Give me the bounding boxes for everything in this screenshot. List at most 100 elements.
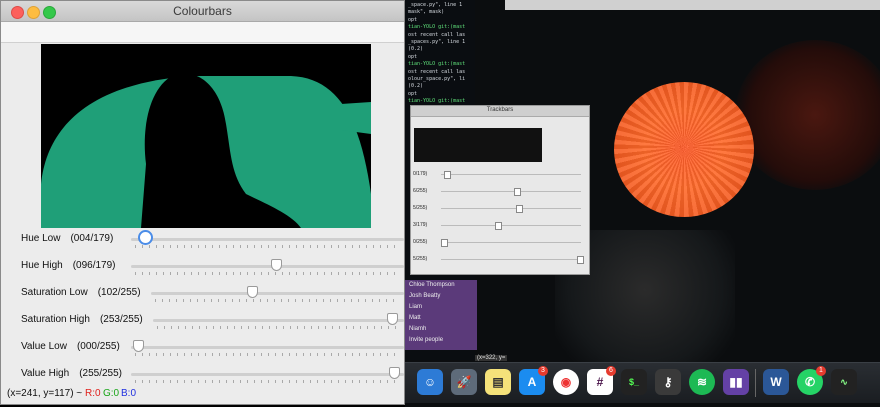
trackbar-row: Hue High (096/179): [1, 256, 406, 282]
terminal-line: _space.py", line 1: [408, 2, 463, 8]
trackbar-knob[interactable]: [386, 313, 398, 325]
trackbar-knob[interactable]: [247, 286, 259, 298]
trackbar-name: Value High: [21, 368, 70, 379]
trackbar-name: Hue Low: [21, 233, 61, 244]
mini-trackbar-row: 3/179): [413, 219, 585, 233]
trackbar-knob[interactable]: [138, 230, 154, 245]
terminal-icon[interactable]: $_: [621, 369, 647, 395]
photo-of-second-screen: _space.py", line 1 mask", mask) opt tian-YO…: [405, 0, 880, 407]
red-value: R:0: [85, 388, 101, 399]
trackbar-label: Hue Low (004/179): [21, 233, 113, 244]
trackbar-value: (000/255): [76, 341, 120, 352]
trackbar-name: Saturation High: [21, 314, 90, 325]
finder-icon[interactable]: ☺: [417, 369, 443, 395]
trackbar-row: Value Low (000/255): [1, 337, 406, 363]
terminal-line: opt: [408, 16, 418, 23]
toolbar: [1, 22, 404, 43]
mini-trackbar-label: 3/179): [413, 222, 428, 228]
sidebar-name: Matt: [409, 315, 421, 321]
terminal-line: _spaces.py", line 1: [408, 39, 466, 45]
mini-trackbar-label: 0/255): [413, 239, 428, 245]
mini-trackbar-rail: [441, 174, 581, 175]
trackbar-rail[interactable]: [153, 319, 404, 322]
terminal-line: opt: [408, 90, 418, 97]
activity-monitor-icon[interactable]: ∿: [831, 369, 857, 395]
mini-trackbar-row: 0/179): [413, 168, 585, 182]
colourbars-window: Colourbars Hue Low (004/179) Hue High (096/…: [0, 0, 405, 405]
mini-trackbar-rail: [441, 208, 581, 209]
trackbar-label: Value Low (000/255): [21, 341, 120, 352]
trackbar-label: Value High (255/255): [21, 368, 122, 379]
panel-preview: [414, 128, 542, 162]
image-preview[interactable]: [41, 44, 371, 228]
trackbar-rail[interactable]: [131, 373, 404, 376]
trackbar-knob[interactable]: [271, 259, 283, 271]
trackbar-label: Saturation High (253/255): [21, 314, 143, 325]
mini-trackbar-label: 6/255): [413, 188, 428, 194]
slack-sidebar: Chloe Thompson Josh Beatty Liam Matt Niamh In…: [405, 280, 477, 350]
dock: ☺ 🚀 ▤ A3 ◉ #6 $_ ⚷ ≋ ▮▮ W ✆ 1 ∿: [405, 362, 880, 403]
mini-trackbar-row: 5/255): [413, 253, 585, 267]
window-title: Colourbars: [173, 4, 232, 18]
sidebar-name: Josh Beatty: [409, 293, 441, 299]
mini-trackbar-row: 5/255): [413, 202, 585, 216]
app-store-badge: 3: [538, 366, 548, 376]
trackbar-rail[interactable]: [131, 265, 404, 268]
app-store-icon[interactable]: A3: [519, 366, 548, 395]
trackbar-row: Saturation High (253/255): [1, 310, 406, 336]
title-bar: Colourbars: [1, 1, 404, 22]
trackbar-rail[interactable]: [131, 238, 404, 241]
trackbar-value: (004/179): [70, 233, 114, 244]
notes-icon[interactable]: ▤: [485, 369, 511, 395]
green-value: G:0: [103, 388, 120, 399]
mini-trackbar-knob: [577, 256, 584, 264]
panel-title: Trackbars: [486, 107, 514, 113]
mini-trackbar-rail: [441, 259, 581, 260]
terminal-line: tian-YOLO git:(mast: [408, 61, 466, 68]
slack-badge: 6: [606, 366, 616, 376]
trackbar-name: Value Low: [21, 341, 67, 352]
trackbar-row: Saturation Low (102/255): [1, 283, 406, 309]
orb-reflection: [735, 40, 880, 190]
trackbars-panel: Trackbars 0/179) 6/255) 5/255) 3/179) 0/255)…: [410, 105, 590, 275]
keychain-icon[interactable]: ⚷: [655, 369, 681, 395]
terminal-line: (0.2): [408, 46, 424, 53]
background-window: [505, 0, 880, 10]
mini-trackbar-label: 5/255): [413, 256, 428, 262]
trackbar-rail[interactable]: [131, 346, 404, 349]
mini-trackbar-knob: [514, 188, 522, 196]
trackbar-row: Hue Low (004/179): [1, 229, 406, 255]
camera-frame-image: [41, 44, 371, 228]
terminal-line: ost recent call las: [408, 31, 466, 38]
trackbar-label: Hue High (096/179): [21, 260, 116, 271]
trackbar-ticks: [157, 326, 400, 329]
chrome-icon[interactable]: ◉: [553, 369, 579, 395]
trackbar-value: (255/255): [79, 368, 122, 379]
trackbar-ticks: [135, 353, 400, 356]
trackbar-value: (096/179): [72, 260, 116, 271]
terminal-line: tian-YOLO git:(mast: [408, 24, 466, 31]
trackbar-ticks: [135, 245, 400, 248]
trackbar-knob[interactable]: [133, 340, 144, 352]
trackbar-value: (253/255): [99, 314, 143, 325]
mini-trackbar-knob: [443, 171, 451, 179]
terminal-line: tian-YOLO git:(mast: [408, 98, 466, 105]
sidebar-name: Chloe Thompson: [409, 282, 455, 288]
cursor-coordinates: (x=241, y=117) ~: [7, 388, 83, 399]
mini-trackbar-row: 0/255): [413, 236, 585, 250]
word-icon[interactable]: W: [763, 369, 789, 395]
slack-icon[interactable]: #6: [587, 366, 616, 395]
mini-trackbar-knob: [495, 222, 503, 230]
trackbar-rail[interactable]: [151, 292, 404, 295]
spotify-icon[interactable]: ≋: [689, 369, 715, 395]
trackbar-ticks: [135, 380, 400, 383]
trackbar-value: (102/255): [97, 287, 141, 298]
whatsapp-icon[interactable]: ✆ 1: [797, 366, 826, 395]
launchpad-icon[interactable]: 🚀: [451, 369, 477, 395]
mini-trackbar-rail: [441, 225, 581, 226]
trackbar-knob[interactable]: [389, 367, 400, 379]
blue-value: B:0: [121, 388, 137, 399]
sidebar-name: Niamh: [409, 326, 427, 332]
twitch-icon[interactable]: ▮▮: [723, 369, 749, 395]
mini-trackbar-rail: [441, 242, 581, 243]
